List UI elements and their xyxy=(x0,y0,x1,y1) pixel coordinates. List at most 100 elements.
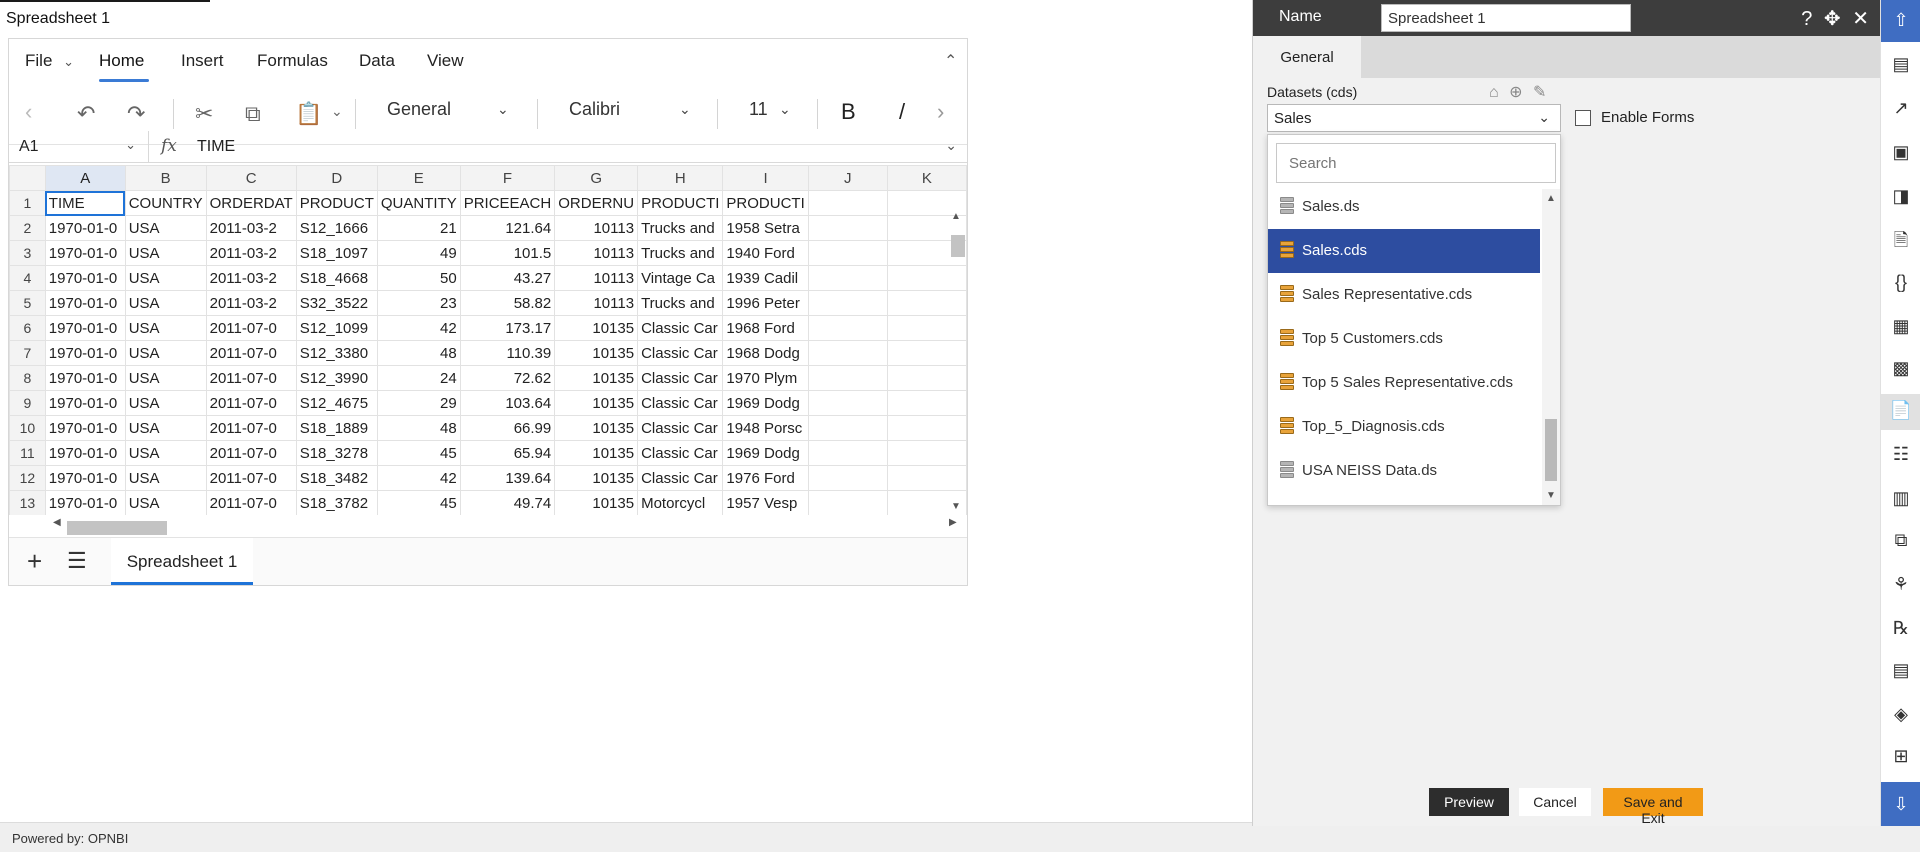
grid-cell[interactable]: USA xyxy=(124,340,207,366)
grid-cell[interactable]: Trucks and xyxy=(637,240,724,266)
scroll-down-arrow-icon[interactable]: ▼ xyxy=(1546,490,1556,501)
dataset-option[interactable]: USA NEISS Data.ds xyxy=(1268,449,1540,493)
grid-cell[interactable] xyxy=(807,465,888,491)
collapse-down-icon[interactable]: ⇩ xyxy=(1881,782,1920,826)
grid-cell[interactable]: 1996 Peter xyxy=(722,290,809,316)
row-header[interactable]: 12 xyxy=(9,465,46,491)
row-header[interactable]: 3 xyxy=(9,240,46,266)
grid-cell[interactable]: 110.39 xyxy=(459,340,556,366)
column-header[interactable]: G xyxy=(554,165,639,191)
column-header[interactable]: A xyxy=(44,165,126,191)
scrollbar-thumb[interactable] xyxy=(1545,419,1557,481)
dataset-option[interactable]: Top 5 Sales Representative.cds xyxy=(1268,361,1540,405)
menu-home[interactable]: Home xyxy=(99,51,144,71)
grid-cell[interactable]: 1969 Dodg xyxy=(722,390,809,416)
column-header[interactable]: B xyxy=(124,165,207,191)
grid-cell[interactable]: 1970-01-0 xyxy=(44,290,126,316)
row-header[interactable]: 13 xyxy=(9,490,46,515)
scrollbar-thumb[interactable] xyxy=(67,521,167,535)
grid-cell[interactable]: 1970-01-0 xyxy=(44,465,126,491)
collapse-ribbon-icon[interactable]: ⌃ xyxy=(944,51,957,71)
grid-cell[interactable]: 2011-07-0 xyxy=(205,365,297,391)
column-header[interactable]: C xyxy=(205,165,297,191)
collapse-up-icon[interactable]: ⇧ xyxy=(1881,0,1920,42)
grid-cell[interactable]: S12_3990 xyxy=(295,365,378,391)
hierarchy-icon[interactable]: ☷ xyxy=(1881,438,1920,474)
close-icon[interactable]: ✕ xyxy=(1852,8,1869,30)
formula-input[interactable]: TIME xyxy=(197,138,235,156)
grid-cell[interactable]: 10135 xyxy=(554,365,639,391)
grid-cell[interactable]: Motorcycl xyxy=(637,490,724,515)
grid-cell[interactable]: 50 xyxy=(376,265,461,291)
line-chart-icon[interactable]: ↗ xyxy=(1881,92,1920,128)
grid-cell[interactable]: USA xyxy=(124,215,207,241)
grid-cell[interactable]: 1939 Cadil xyxy=(722,265,809,291)
help-icon[interactable]: ? xyxy=(1801,8,1812,30)
pivot-table-icon[interactable]: ▩ xyxy=(1881,352,1920,388)
copy-icon[interactable]: ⧉ xyxy=(245,101,261,127)
grid-cell[interactable]: 1970-01-0 xyxy=(44,340,126,366)
preview-button[interactable]: Preview xyxy=(1429,788,1509,816)
grid-cell[interactable]: S12_1666 xyxy=(295,215,378,241)
sheet-tab-active[interactable]: Spreadsheet 1 xyxy=(111,538,253,584)
grid-cell[interactable] xyxy=(807,215,888,241)
menu-insert[interactable]: Insert xyxy=(181,51,224,71)
grid-cell[interactable]: 45 xyxy=(376,490,461,515)
grid-cell[interactable]: 2011-07-0 xyxy=(205,340,297,366)
font-size-dropdown[interactable]: 11 ⌄ xyxy=(749,99,797,120)
sheet-list-icon[interactable]: ☰ xyxy=(67,548,87,574)
vertical-scrollbar[interactable]: ▲ ▼ xyxy=(947,211,965,512)
menu-view[interactable]: View xyxy=(427,51,464,71)
grid-cell[interactable]: Trucks and xyxy=(637,290,724,316)
grid-cell[interactable]: USA xyxy=(124,240,207,266)
expand-formula-icon[interactable]: ⌄ xyxy=(945,137,957,154)
home-icon[interactable]: ⌂ xyxy=(1489,84,1499,101)
grid-cell[interactable]: 1970 Plym xyxy=(722,365,809,391)
scroll-right-icon[interactable]: › xyxy=(937,99,944,125)
grid-cell[interactable]: 10135 xyxy=(554,465,639,491)
grid-cell[interactable]: 42 xyxy=(376,465,461,491)
grid-cell[interactable]: 1957 Vesp xyxy=(722,490,809,515)
grid-cell[interactable]: PRODUCTI xyxy=(722,190,809,216)
grid-cell[interactable]: S18_1889 xyxy=(295,415,378,441)
row-header[interactable]: 2 xyxy=(9,215,46,241)
grid-cell[interactable]: Trucks and xyxy=(637,215,724,241)
menu-file[interactable]: File ⌄ xyxy=(25,51,74,71)
grid-cell[interactable] xyxy=(807,440,888,466)
grid-cell[interactable]: S18_3278 xyxy=(295,440,378,466)
grid-cell[interactable]: 1970-01-0 xyxy=(44,415,126,441)
bold-button[interactable]: B xyxy=(841,99,856,125)
grid-cell[interactable]: 2011-07-0 xyxy=(205,415,297,441)
grid-cell[interactable]: 10113 xyxy=(554,265,639,291)
scroll-up-arrow-icon[interactable]: ▲ xyxy=(951,211,961,222)
column-header[interactable]: F xyxy=(459,165,556,191)
grid-cell[interactable]: Classic Car xyxy=(637,365,724,391)
grid-cell[interactable]: USA xyxy=(124,465,207,491)
paste-icon[interactable]: 📋 xyxy=(295,101,322,127)
map-icon[interactable]: ▣ xyxy=(1881,136,1920,172)
column-header[interactable]: H xyxy=(637,165,724,191)
grid-cell[interactable]: Classic Car xyxy=(637,440,724,466)
grid-cell[interactable]: 29 xyxy=(376,390,461,416)
grid-cell[interactable]: USA xyxy=(124,365,207,391)
row-header[interactable]: 11 xyxy=(9,440,46,466)
grid-cell[interactable]: 10135 xyxy=(554,390,639,416)
grid-cell[interactable]: USA xyxy=(124,415,207,441)
grid-cell[interactable]: 103.64 xyxy=(459,390,556,416)
grid-cell[interactable]: 72.62 xyxy=(459,365,556,391)
grid-cell[interactable]: 1970-01-0 xyxy=(44,490,126,515)
copy-pages-icon[interactable]: ⧉ xyxy=(1881,524,1920,560)
grid-cell[interactable]: 10135 xyxy=(554,490,639,515)
bar-chart-icon[interactable]: ▥ xyxy=(1881,482,1920,518)
cell-grid[interactable]: A B C D E F G H I J K 1 TIME COUNTRY ORDERD… xyxy=(9,165,967,515)
column-header[interactable]: E xyxy=(376,165,461,191)
grid-cell[interactable]: 21 xyxy=(376,215,461,241)
grid-cell[interactable]: 2011-03-2 xyxy=(205,240,297,266)
grid-cell[interactable]: S18_1097 xyxy=(295,240,378,266)
grid-cell[interactable]: 49.74 xyxy=(459,490,556,515)
grid-cell[interactable]: 1970-01-0 xyxy=(44,240,126,266)
grid-cell[interactable]: 10135 xyxy=(554,340,639,366)
grid-cell[interactable]: 43.27 xyxy=(459,265,556,291)
grid-cell[interactable]: 45 xyxy=(376,440,461,466)
dataset-option[interactable]: Sales.cds xyxy=(1268,229,1540,273)
